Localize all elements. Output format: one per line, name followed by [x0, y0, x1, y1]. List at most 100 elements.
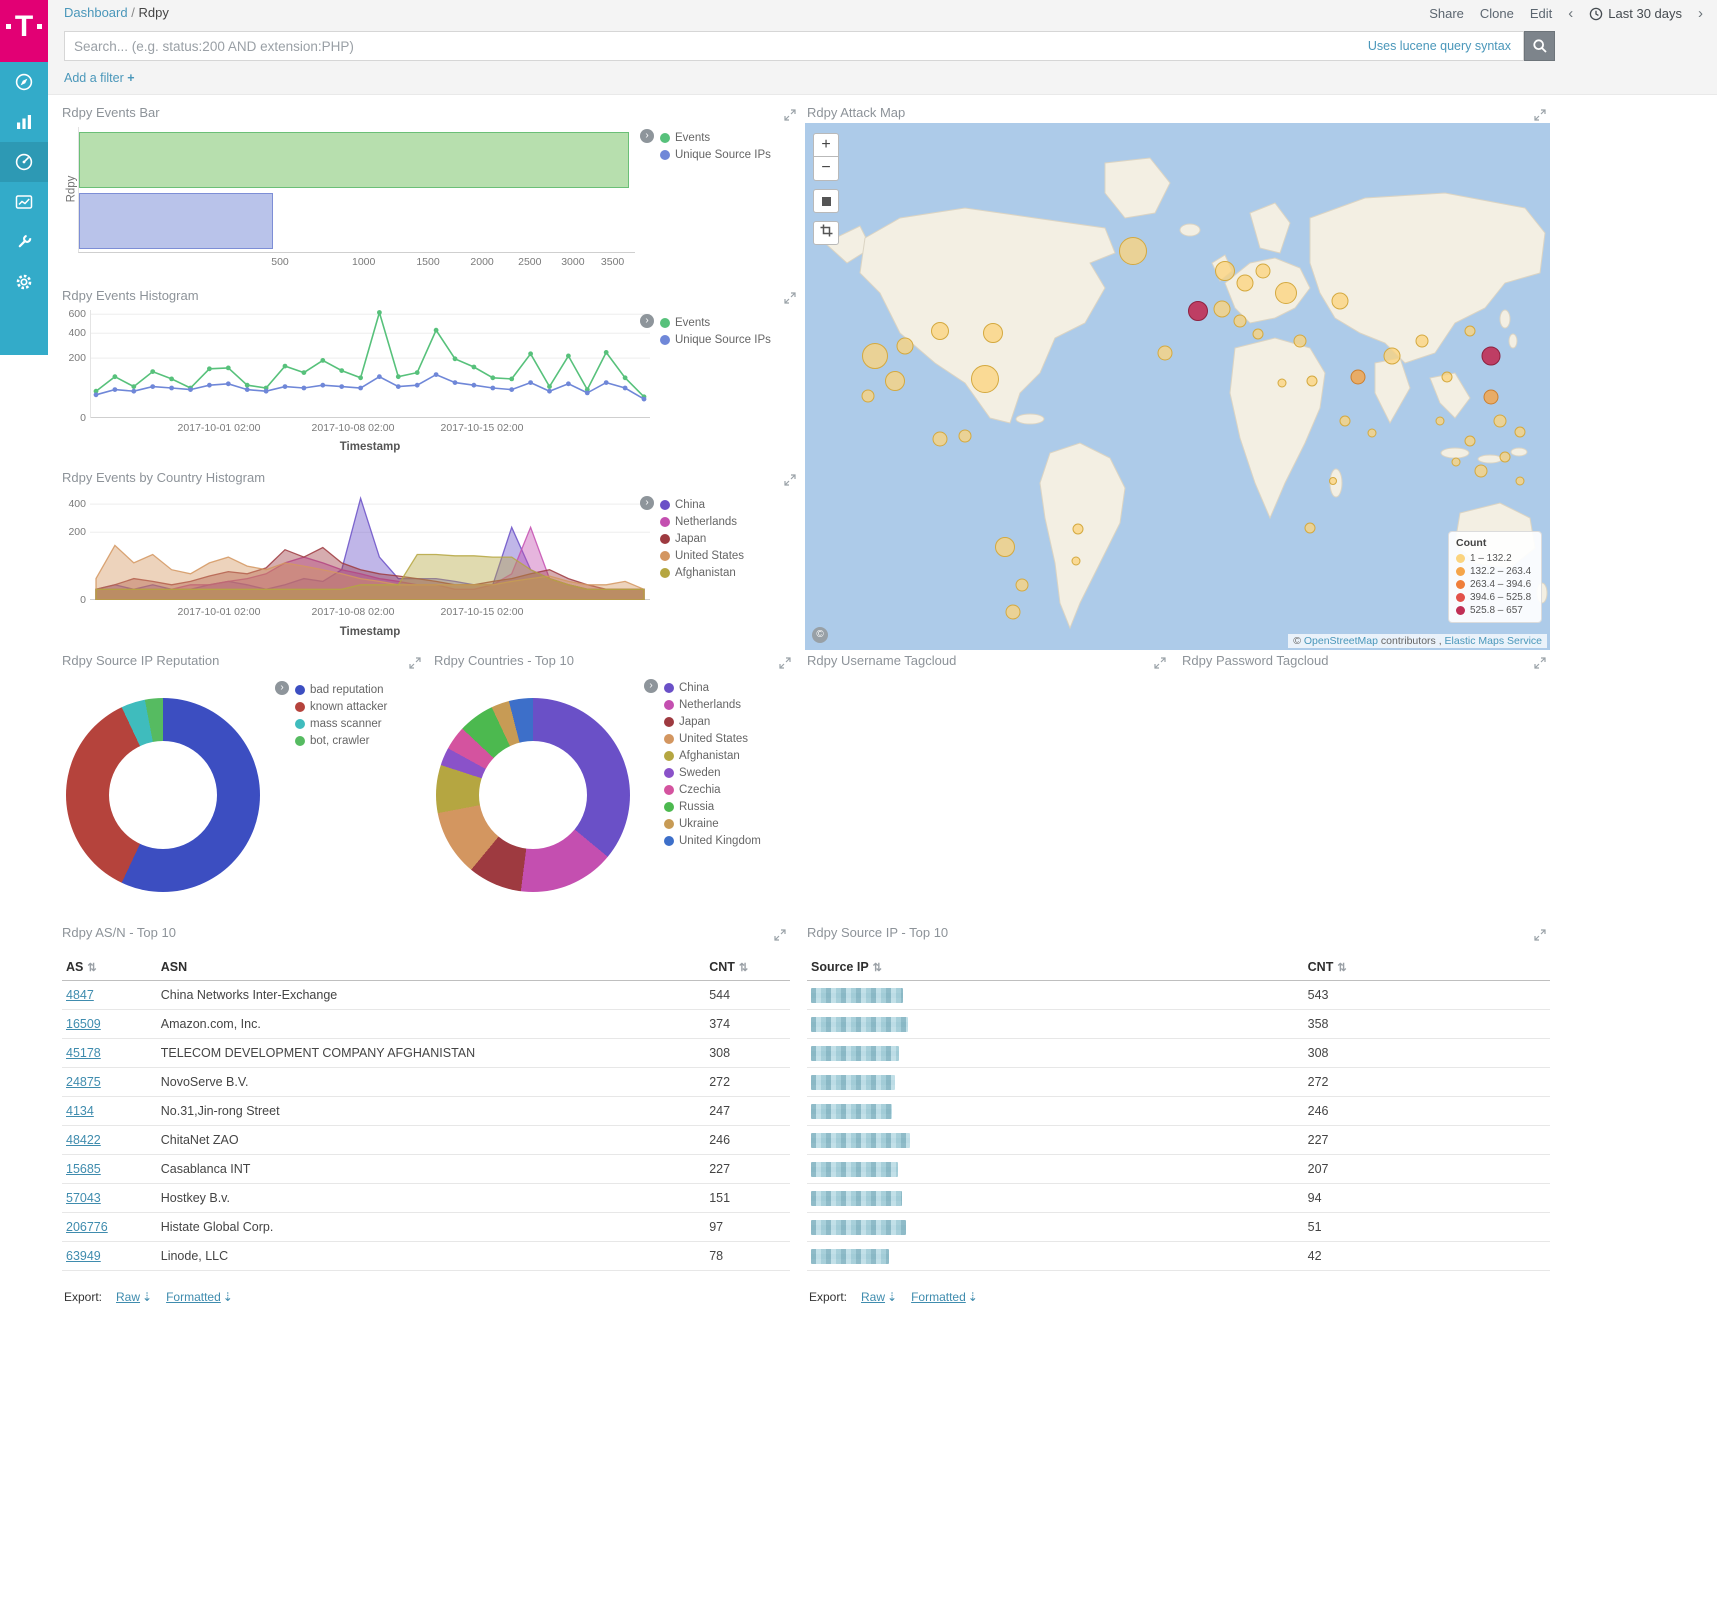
legend-item[interactable]: China [664, 679, 761, 696]
map-marker[interactable] [1500, 452, 1511, 463]
legend-item[interactable]: Events [660, 314, 771, 331]
countries-donut-chart[interactable] [436, 698, 630, 892]
as-link[interactable]: 48422 [66, 1133, 101, 1147]
legend-item[interactable]: United States [664, 730, 761, 747]
search-input[interactable] [65, 32, 1523, 60]
table-header-cell[interactable]: AS⇅ [62, 955, 157, 980]
expand-panel-icon[interactable] [409, 656, 423, 670]
legend-item[interactable]: Unique Source IPs [660, 331, 771, 348]
map-marker[interactable] [932, 432, 947, 447]
map-marker[interactable] [1277, 378, 1286, 387]
sort-icon[interactable]: ⇅ [1337, 961, 1346, 974]
lucene-syntax-link[interactable]: Uses lucene query syntax [1368, 39, 1511, 53]
map-marker[interactable] [1329, 477, 1337, 485]
expand-panel-icon[interactable] [784, 108, 798, 122]
legend-toggle-icon[interactable]: › [275, 681, 289, 695]
sidebar-item-dashboard[interactable] [0, 142, 48, 182]
map-marker[interactable] [971, 365, 999, 393]
legend-item[interactable]: Netherlands [664, 696, 761, 713]
world-map[interactable]: + − Count 1 – 132.2132.2 – 263.4263.4 – … [805, 123, 1550, 650]
search-button[interactable] [1524, 31, 1555, 61]
map-marker[interactable] [896, 337, 913, 354]
map-marker[interactable] [1515, 427, 1526, 438]
map-marker[interactable] [1474, 465, 1487, 478]
legend-item[interactable]: Afghanistan [660, 564, 744, 581]
map-marker[interactable] [1157, 345, 1172, 360]
as-link[interactable]: 206776 [66, 1220, 108, 1234]
map-marker[interactable] [1215, 261, 1235, 281]
map-marker[interactable] [1275, 282, 1297, 304]
legend-item[interactable]: Events [660, 129, 771, 146]
legend-item[interactable]: United States [660, 547, 744, 564]
map-marker[interactable] [1340, 416, 1351, 427]
clone-button[interactable]: Clone [1480, 6, 1514, 21]
legend-item[interactable]: Ukraine [664, 815, 761, 832]
breadcrumb-dashboard-link[interactable]: Dashboard [64, 5, 128, 20]
map-marker[interactable] [1442, 372, 1453, 383]
table-header-cell[interactable]: CNT⇅ [1304, 955, 1550, 980]
legend-item[interactable]: bad reputation [295, 681, 387, 698]
legend-toggle-icon[interactable]: › [640, 314, 654, 328]
map-marker[interactable] [1452, 458, 1461, 467]
bar-unique-ips[interactable] [79, 193, 273, 249]
as-link[interactable]: 57043 [66, 1191, 101, 1205]
as-link[interactable]: 16509 [66, 1017, 101, 1031]
legend-item[interactable]: known attacker [295, 698, 387, 715]
sidebar-item-management[interactable] [0, 262, 48, 302]
map-marker[interactable] [1350, 370, 1365, 385]
expand-panel-icon[interactable] [774, 928, 788, 942]
map-marker[interactable] [959, 430, 972, 443]
expand-panel-icon[interactable] [784, 473, 798, 487]
draw-filter-button[interactable] [813, 221, 839, 245]
legend-item[interactable]: Czechia [664, 781, 761, 798]
telekom-logo[interactable]: T [0, 0, 48, 62]
legend-item[interactable]: Sweden [664, 764, 761, 781]
map-marker[interactable] [1415, 334, 1428, 347]
map-marker[interactable] [983, 323, 1003, 343]
as-link[interactable]: 15685 [66, 1162, 101, 1176]
table-header-cell[interactable]: ASN [157, 955, 705, 980]
expand-panel-icon[interactable] [1534, 108, 1548, 122]
map-marker[interactable] [1465, 436, 1476, 447]
time-back-chevron-icon[interactable]: ‹ [1568, 5, 1573, 22]
as-link[interactable]: 45178 [66, 1046, 101, 1060]
map-marker[interactable] [1331, 292, 1348, 309]
export-raw-link[interactable]: Raw [861, 1290, 885, 1304]
map-marker[interactable] [1305, 522, 1316, 533]
map-marker[interactable] [995, 537, 1015, 557]
sidebar-item-discover[interactable] [0, 62, 48, 102]
legend-toggle-icon[interactable]: › [644, 679, 658, 693]
legend-item[interactable]: China [660, 496, 744, 513]
legend-toggle-icon[interactable]: › [640, 496, 654, 510]
export-formatted-link[interactable]: Formatted [166, 1290, 221, 1304]
legend-item[interactable]: Unique Source IPs [660, 146, 771, 163]
sort-icon[interactable]: ⇅ [87, 961, 96, 974]
table-header-cell[interactable]: CNT⇅ [705, 955, 790, 980]
sort-icon[interactable]: ⇅ [873, 961, 882, 974]
map-marker[interactable] [862, 389, 875, 402]
map-marker[interactable] [1072, 557, 1081, 566]
legend-item[interactable]: Japan [664, 713, 761, 730]
map-marker[interactable] [931, 322, 949, 340]
zoom-in-button[interactable]: + [813, 133, 839, 157]
edit-button[interactable]: Edit [1530, 6, 1552, 21]
sidebar-item-visualize[interactable] [0, 102, 48, 142]
expand-panel-icon[interactable] [1154, 656, 1168, 670]
export-raw-link[interactable]: Raw [116, 1290, 140, 1304]
legend-item[interactable]: mass scanner [295, 715, 387, 732]
legend-item[interactable]: Afghanistan [664, 747, 761, 764]
map-marker[interactable] [1256, 263, 1271, 278]
map-marker[interactable] [1237, 274, 1254, 291]
as-link[interactable]: 24875 [66, 1075, 101, 1089]
map-marker[interactable] [862, 343, 888, 369]
time-range-picker[interactable]: Last 30 days [1589, 6, 1682, 21]
attribution-toggle-icon[interactable]: © [812, 627, 828, 643]
legend-toggle-icon[interactable]: › [640, 129, 654, 143]
map-marker[interactable] [1465, 325, 1476, 336]
add-filter-button[interactable]: Add a filter + [64, 71, 135, 85]
map-marker[interactable] [1252, 328, 1263, 339]
sidebar-item-timelion[interactable] [0, 182, 48, 222]
map-marker[interactable] [885, 371, 905, 391]
legend-item[interactable]: United Kingdom [664, 832, 761, 849]
map-marker[interactable] [1005, 605, 1020, 620]
